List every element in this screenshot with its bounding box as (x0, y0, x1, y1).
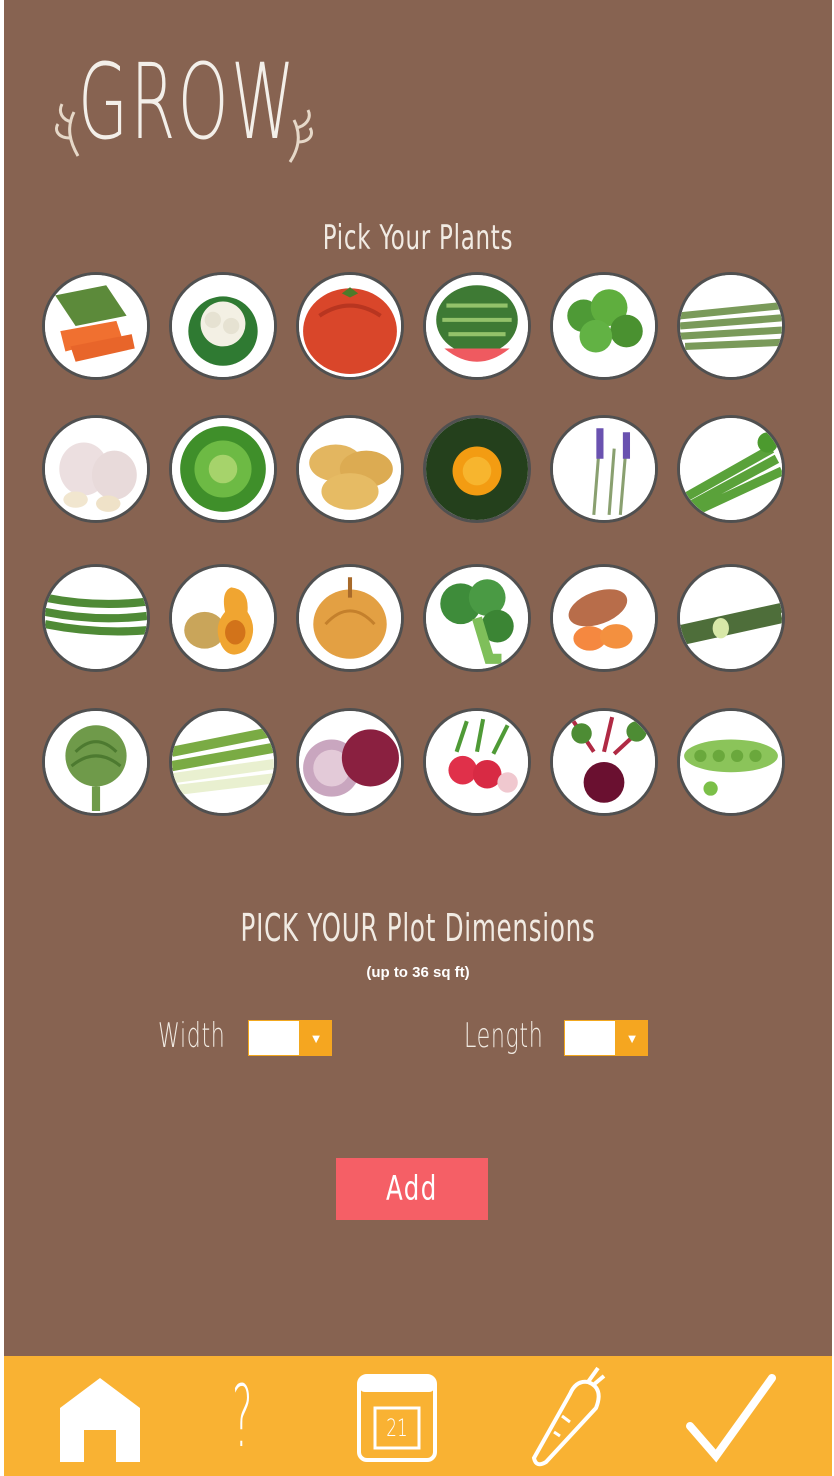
plant-radish[interactable] (423, 708, 531, 816)
artichoke-photo (45, 711, 147, 813)
carrot-photo (45, 275, 147, 377)
cauliflower-photo (172, 275, 274, 377)
potato-photo (299, 418, 401, 520)
peas-photo (680, 711, 782, 813)
asparagus-photo (680, 275, 782, 377)
app-screen: GROW Pick Your Plants PICK YOUR Plot Dim… (4, 0, 832, 1476)
tab-help[interactable]: ? (220, 1356, 280, 1476)
chevron-down-icon: ▼ (300, 1020, 332, 1056)
plant-carrot[interactable] (42, 272, 150, 380)
leek-photo (172, 711, 274, 813)
length-select[interactable]: ▼ (564, 1020, 648, 1056)
plant-celery[interactable] (677, 415, 785, 523)
plant-red-onion[interactable] (296, 708, 404, 816)
length-value (564, 1020, 616, 1056)
plant-onion[interactable] (296, 564, 404, 672)
chevron-down-icon: ▼ (616, 1020, 648, 1056)
carrot-icon (531, 1366, 606, 1467)
sprig-right-icon (288, 109, 313, 163)
calendar-day: 21 (386, 1414, 408, 1442)
plant-garlic[interactable] (42, 415, 150, 523)
parsley-photo (553, 275, 655, 377)
plant-cauliflower[interactable] (169, 272, 277, 380)
lavender-photo (553, 418, 655, 520)
plant-broccoli[interactable] (423, 564, 531, 672)
plant-leek[interactable] (169, 708, 277, 816)
plant-artichoke[interactable] (42, 708, 150, 816)
plant-marigold[interactable] (423, 415, 531, 523)
onion-photo (299, 567, 401, 669)
question-icon: ? (232, 1367, 253, 1467)
length-label: Length (464, 1016, 544, 1056)
broccoli-photo (426, 567, 528, 669)
plant-asparagus[interactable] (677, 272, 785, 380)
green-beans-photo (45, 567, 147, 669)
plant-lavender[interactable] (550, 415, 658, 523)
plant-lettuce[interactable] (169, 415, 277, 523)
sweet-potato-photo (553, 567, 655, 669)
plot-dimensions-subtitle: (up to 36 sq ft) (366, 964, 470, 981)
home-icon (60, 1378, 140, 1462)
beet-photo (553, 711, 655, 813)
plant-parsley[interactable] (550, 272, 658, 380)
check-icon (686, 1374, 776, 1463)
width-value (248, 1020, 300, 1056)
red-onion-photo (299, 711, 401, 813)
plant-beet[interactable] (550, 708, 658, 816)
logo: GROW (48, 36, 318, 176)
add-button[interactable]: Add (336, 1158, 488, 1220)
celery-photo (680, 418, 782, 520)
plant-watermelon[interactable] (423, 272, 531, 380)
marigold-photo (426, 418, 528, 520)
tomato-photo (299, 275, 401, 377)
plant-tomato[interactable] (296, 272, 404, 380)
garlic-photo (45, 418, 147, 520)
add-button-label: Add (386, 1169, 438, 1209)
lettuce-photo (172, 418, 274, 520)
plot-dimensions-title: PICK YOUR Plot Dimensions (240, 906, 596, 950)
plant-zucchini[interactable] (677, 564, 785, 672)
app-title: GROW (78, 41, 298, 163)
plant-potato[interactable] (296, 415, 404, 523)
plant-green-beans[interactable] (42, 564, 150, 672)
plant-peas[interactable] (677, 708, 785, 816)
pick-plants-title: Pick Your Plants (322, 218, 514, 258)
width-label: Width (158, 1016, 226, 1056)
plant-sweet-potato[interactable] (550, 564, 658, 672)
watermelon-photo (426, 275, 528, 377)
radish-photo (426, 711, 528, 813)
tab-bar: ? 21 (4, 1356, 832, 1476)
zucchini-photo (680, 567, 782, 669)
tab-done[interactable] (684, 1356, 776, 1476)
squash-photo (172, 567, 274, 669)
tab-plants[interactable] (526, 1356, 606, 1476)
plant-squash[interactable] (169, 564, 277, 672)
tab-calendar[interactable]: 21 (356, 1356, 438, 1476)
width-select[interactable]: ▼ (248, 1020, 332, 1056)
tab-home[interactable] (58, 1356, 142, 1476)
